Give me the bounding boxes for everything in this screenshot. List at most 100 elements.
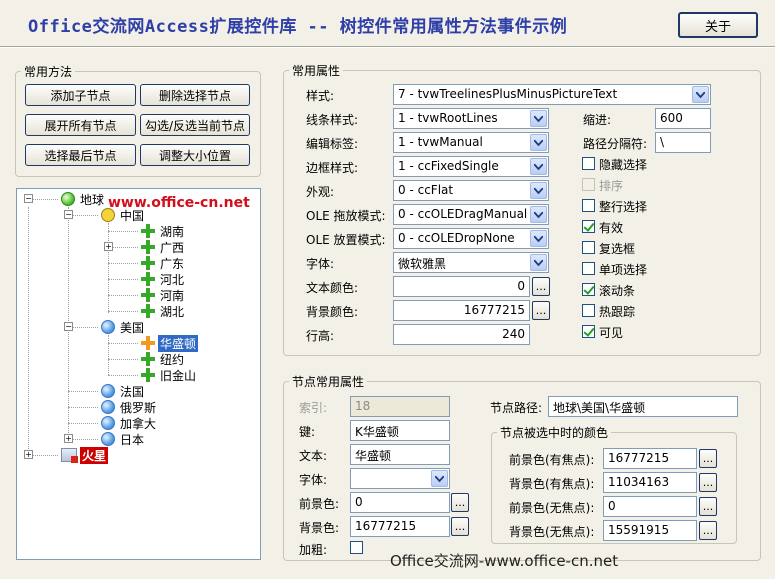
expand-icon[interactable]: + — [104, 242, 113, 251]
about-button[interactable]: 关于 — [678, 12, 758, 38]
hottracking-label: 热跟踪 — [599, 305, 636, 319]
selfore-focus-picker-button[interactable]: ... — [699, 449, 717, 468]
chevron-down-icon[interactable] — [530, 254, 547, 271]
tree-node[interactable]: 地球 — [61, 191, 106, 207]
visible-checkbox[interactable] — [582, 325, 595, 338]
header-divider — [0, 46, 775, 48]
select-last-node-button[interactable]: 选择最后节点 — [25, 144, 136, 166]
node-back-picker-button[interactable]: ... — [451, 517, 469, 536]
calendar-icon — [61, 448, 78, 463]
scroll-label: 滚动条 — [599, 284, 636, 298]
footer-text: Office交流网-www.office-cn.net — [390, 552, 619, 570]
selfore-nofocus-label: 前景色(无焦点): — [509, 501, 595, 515]
sorted-label: 排序 — [599, 179, 624, 193]
delete-selected-node-button[interactable]: 删除选择节点 — [140, 84, 250, 106]
add-child-node-button[interactable]: 添加子节点 — [25, 84, 136, 106]
node-font-select[interactable] — [350, 468, 450, 489]
bold-checkbox[interactable] — [350, 541, 363, 554]
hide-selection-checkbox[interactable] — [582, 157, 595, 170]
selfore-focus-field[interactable]: 16777215 — [603, 448, 697, 469]
globe-icon — [101, 400, 115, 414]
chevron-down-icon[interactable] — [530, 230, 547, 247]
chevron-down-icon[interactable] — [530, 206, 547, 223]
collapse-icon[interactable]: − — [64, 210, 73, 219]
tree-node[interactable]: 俄罗斯 — [101, 399, 158, 415]
linestyle-select[interactable]: 1 - tvwRootLines — [393, 108, 549, 129]
tree-node-selected[interactable]: 华盛顿 — [141, 334, 199, 352]
selback-nofocus-picker-button[interactable]: ... — [699, 521, 717, 540]
forecolor-label: 文本颜色: — [306, 281, 359, 295]
chevron-down-icon[interactable] — [530, 158, 547, 175]
selback-focus-field[interactable]: 11034163 — [603, 472, 697, 493]
tree-node[interactable]: 火星 — [61, 446, 109, 464]
tree-node[interactable]: 广东 — [141, 255, 186, 271]
oledrop-label: OLE 放置模式: — [306, 233, 386, 247]
collapse-icon[interactable]: − — [64, 322, 73, 331]
font-select[interactable]: 微软雅黑 — [393, 252, 549, 273]
borderstyle-select[interactable]: 1 - ccFixedSingle — [393, 156, 549, 177]
key-field[interactable]: K华盛顿 — [350, 420, 450, 441]
node-back-field[interactable]: 16777215 — [350, 516, 450, 537]
globe-icon — [101, 416, 115, 430]
backcolor-field[interactable]: 16777215 — [393, 300, 530, 321]
text-label: 文本: — [299, 449, 328, 463]
oledrag-select[interactable]: 0 - ccOLEDragManual — [393, 204, 549, 225]
tree-view[interactable]: − − + − + + 地球 中国 湖南 广西 广东 河北 河南 湖北 美国 华… — [16, 188, 261, 560]
tree-node[interactable]: 湖南 — [141, 223, 186, 239]
tree-node[interactable]: 美国 — [101, 319, 146, 335]
tree-node[interactable]: 河南 — [141, 287, 186, 303]
oledrop-select[interactable]: 0 - ccOLEDropNone — [393, 228, 549, 249]
expand-icon[interactable]: + — [24, 450, 33, 459]
style-select[interactable]: 7 - tvwTreelinesPlusMinusPictureText — [393, 84, 711, 105]
expand-all-nodes-button[interactable]: 展开所有节点 — [25, 114, 136, 136]
single-select-checkbox[interactable] — [582, 262, 595, 275]
borderstyle-label: 边框样式: — [306, 161, 359, 175]
backcolor-picker-button[interactable]: ... — [532, 301, 550, 320]
selfore-nofocus-picker-button[interactable]: ... — [699, 497, 717, 516]
scroll-checkbox[interactable] — [582, 283, 595, 296]
node-fore-field[interactable]: 0 — [350, 492, 450, 513]
tree-node[interactable]: 加拿大 — [101, 415, 158, 431]
text-field[interactable]: 华盛顿 — [350, 444, 450, 465]
enabled-checkbox[interactable] — [582, 220, 595, 233]
tree-node[interactable]: 法国 — [101, 383, 146, 399]
fullrow-select-label: 整行选择 — [599, 200, 648, 214]
pathsep-field[interactable]: \ — [655, 132, 711, 153]
tree-node[interactable]: 河北 — [141, 271, 186, 287]
tree-node[interactable]: 纽约 — [141, 351, 186, 367]
fullrow-select-checkbox[interactable] — [582, 199, 595, 212]
node-path-field[interactable]: 地球\美国\华盛顿 — [548, 396, 738, 417]
node-fore-label: 前景色: — [299, 497, 340, 511]
forecolor-picker-button[interactable]: ... — [532, 277, 550, 296]
chevron-down-icon[interactable] — [692, 86, 709, 103]
chevron-down-icon[interactable] — [530, 110, 547, 127]
resize-position-button[interactable]: 调整大小位置 — [140, 144, 250, 166]
checkboxes-checkbox[interactable] — [582, 241, 595, 254]
globe-icon — [61, 192, 75, 206]
collapse-icon[interactable]: − — [24, 194, 33, 203]
chevron-down-icon[interactable] — [530, 182, 547, 199]
selback-focus-picker-button[interactable]: ... — [699, 473, 717, 492]
tree-node[interactable]: 日本 — [101, 431, 146, 447]
node-fore-picker-button[interactable]: ... — [451, 493, 469, 512]
labeledit-select[interactable]: 1 - tvwManual — [393, 132, 549, 153]
visible-label: 可见 — [599, 326, 624, 340]
selback-nofocus-field[interactable]: 15591915 — [603, 520, 697, 541]
forecolor-field[interactable]: 0 — [393, 276, 530, 297]
selfore-nofocus-field[interactable]: 0 — [603, 496, 697, 517]
lineheight-label: 行高: — [306, 329, 335, 343]
indent-field[interactable]: 600 — [655, 108, 711, 129]
chevron-down-icon[interactable] — [431, 470, 448, 487]
tree-node[interactable]: 湖北 — [141, 303, 186, 319]
tree-node[interactable]: 旧金山 — [141, 367, 198, 383]
hottracking-checkbox[interactable] — [582, 304, 595, 317]
toggle-check-node-button[interactable]: 勾选/反选当前节点 — [140, 114, 250, 136]
oledrag-label: OLE 拖放模式: — [306, 209, 386, 223]
selection-color-legend: 节点被选中时的颜色 — [497, 424, 612, 441]
appearance-select[interactable]: 0 - ccFlat — [393, 180, 549, 201]
tree-node[interactable]: 广西 — [141, 239, 186, 255]
lineheight-field[interactable]: 240 — [393, 324, 530, 345]
chevron-down-icon[interactable] — [530, 134, 547, 151]
plus-icon — [141, 272, 155, 286]
expand-icon[interactable]: + — [64, 434, 73, 443]
